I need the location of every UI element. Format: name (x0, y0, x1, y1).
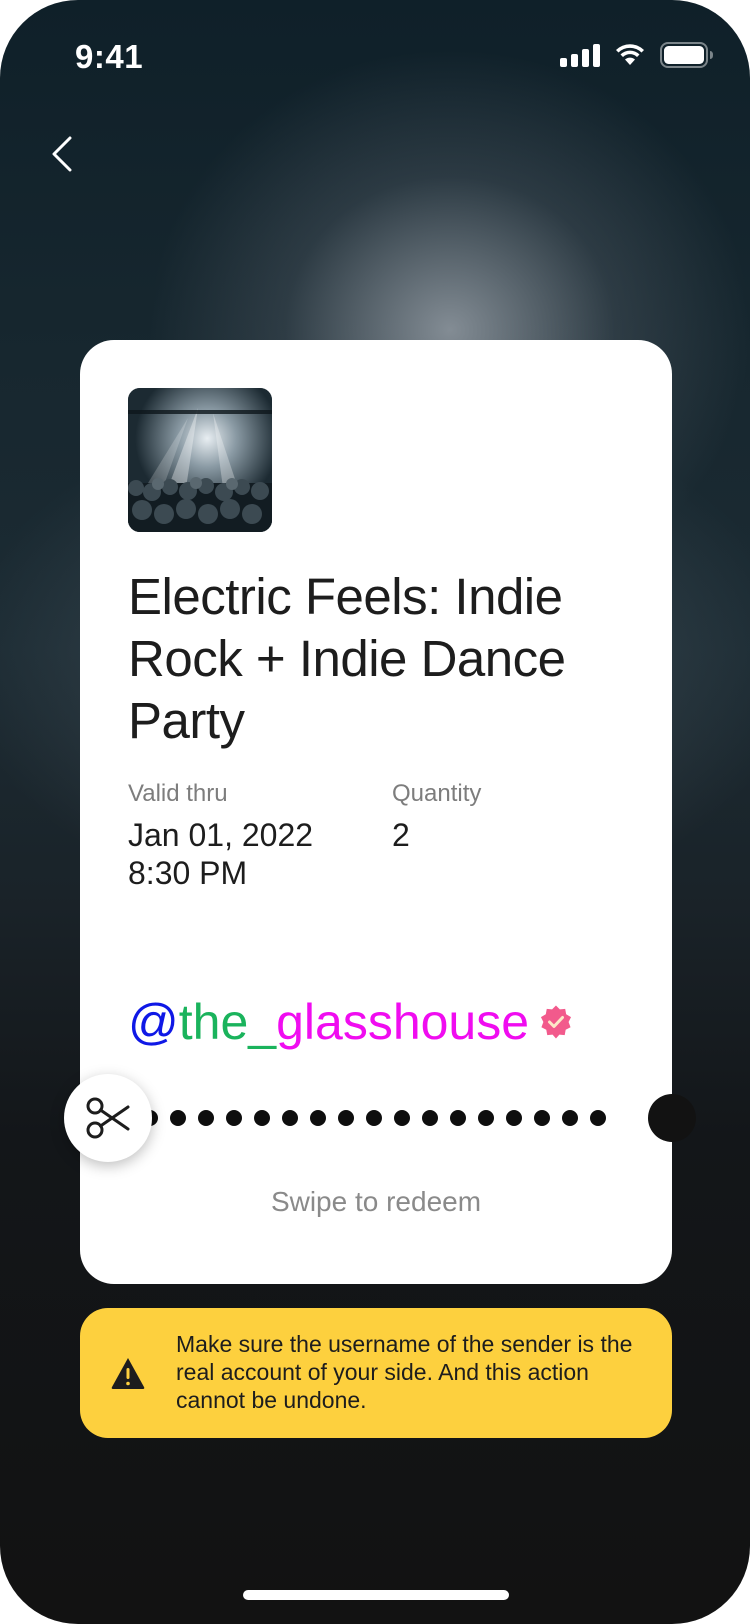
battery-icon (660, 42, 714, 68)
sender-username: @ the_ glasshouse (128, 992, 573, 1052)
warning-triangle-icon (111, 1358, 145, 1389)
perforation-dots (142, 1110, 606, 1126)
wifi-icon (614, 43, 646, 67)
cellular-signal-icon (560, 43, 600, 67)
ticket-card: Electric Feels: Indie Rock + Indie Dance… (64, 340, 696, 1284)
phone-screen: 9:41 Electric Feels: Indie Rock + Indie … (0, 0, 750, 1624)
ticket-perforation (64, 1074, 696, 1162)
valid-thru-label: Valid thru (128, 780, 228, 807)
username-the: the_ (178, 994, 277, 1050)
event-title: Electric Feels: Indie Rock + Indie Dance… (128, 568, 566, 749)
warning-text: Make sure the username of the sender is … (176, 1331, 633, 1413)
status-icons (560, 42, 714, 68)
event-thumbnail (128, 388, 272, 532)
ticket-notch (648, 1094, 696, 1142)
username-rest: glasshouse (276, 994, 530, 1050)
back-button[interactable] (40, 128, 84, 180)
home-indicator[interactable] (243, 1590, 509, 1600)
valid-thru-time: 8:30 PM (128, 855, 248, 891)
swipe-to-redeem-text: Swipe to redeem (270, 1186, 482, 1217)
swipe-redeem-handle[interactable] (64, 1074, 152, 1162)
status-bar: 9:41 (0, 0, 750, 110)
username-at: @ (128, 994, 179, 1050)
warning-banner: Make sure the username of the sender is … (80, 1308, 672, 1438)
scissors-icon (86, 1097, 130, 1139)
status-time: 9:41 (75, 38, 144, 75)
quantity-value: 2 (392, 817, 410, 853)
chevron-left-icon (52, 136, 72, 172)
quantity-label: Quantity (392, 780, 482, 807)
valid-thru-value: Jan 01, 2022 8:30 PM (128, 816, 313, 892)
verified-badge-icon (541, 1005, 572, 1039)
valid-thru-date: Jan 01, 2022 (128, 817, 314, 853)
